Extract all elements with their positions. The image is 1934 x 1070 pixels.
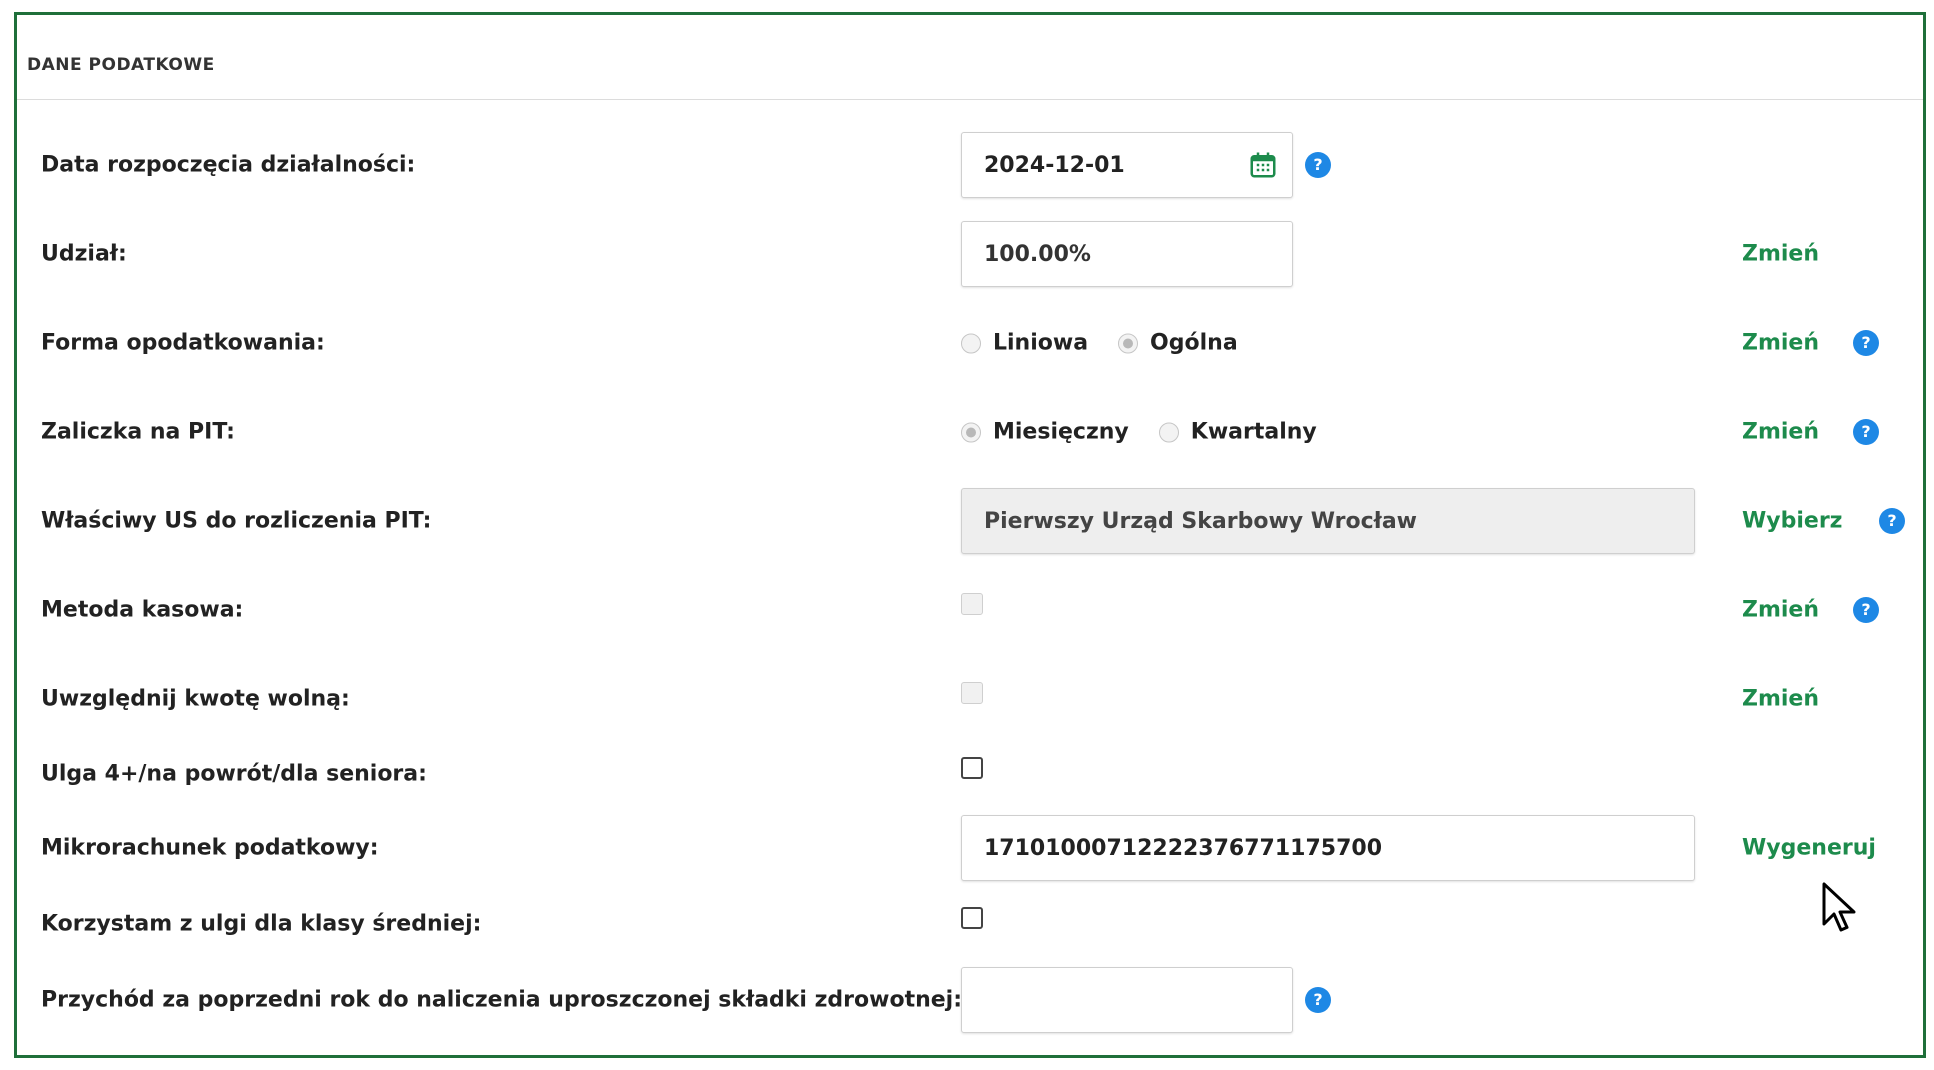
row-share: Udział: 100.00% Zmień bbox=[17, 219, 1923, 289]
tax-free-change-link[interactable]: Zmień bbox=[1742, 687, 1819, 712]
start-date-input[interactable]: 2024-12-01 bbox=[961, 132, 1293, 198]
tax-office-input: Pierwszy Urząd Skarbowy Wrocław bbox=[961, 488, 1695, 554]
row-start-date: Data rozpoczęcia działalności: 2024-12-0… bbox=[17, 130, 1923, 200]
pit-advance-change-link[interactable]: Zmień bbox=[1742, 420, 1819, 445]
share-change-link[interactable]: Zmień bbox=[1742, 242, 1819, 267]
tax-office-label: Właściwy US do rozliczenia PIT: bbox=[41, 508, 432, 534]
row-prev-year-income: Przychód za poprzedni rok do naliczenia … bbox=[17, 965, 1923, 1035]
tax-free-checkbox[interactable] bbox=[961, 682, 983, 704]
tax-office-value: Pierwszy Urząd Skarbowy Wrocław bbox=[984, 508, 1418, 534]
pit-advance-radio-group: Miesięczny Kwartalny bbox=[961, 420, 1347, 445]
start-date-value: 2024-12-01 bbox=[984, 152, 1125, 178]
micro-account-label: Mikrorachunek podatkowy: bbox=[41, 835, 379, 861]
row-tax-free: Uwzględnij kwotę wolną: Zmień bbox=[17, 664, 1923, 734]
row-pit-advance: Zaliczka na PIT: Miesięczny Kwartalny Zm… bbox=[17, 397, 1923, 467]
row-cash-method: Metoda kasowa: Zmień ? bbox=[17, 575, 1923, 645]
pit-advance-label: Zaliczka na PIT: bbox=[41, 419, 235, 445]
radio-button-selected[interactable] bbox=[1118, 333, 1139, 353]
tax-form-option-general[interactable]: Ogólna bbox=[1118, 331, 1238, 356]
radio-button[interactable] bbox=[961, 333, 981, 353]
micro-account-input[interactable]: 17101000712222376771175700 bbox=[961, 815, 1695, 881]
start-date-label: Data rozpoczęcia działalności: bbox=[41, 152, 416, 178]
tax-office-select-link[interactable]: Wybierz bbox=[1742, 509, 1842, 534]
tax-free-label: Uwzględnij kwotę wolną: bbox=[41, 686, 350, 712]
relief-checkbox[interactable] bbox=[961, 757, 983, 779]
prev-year-income-label: Przychód za poprzedni rok do naliczenia … bbox=[41, 987, 963, 1013]
radio-label: Miesięczny bbox=[993, 419, 1129, 445]
middle-class-checkbox[interactable] bbox=[961, 907, 983, 929]
pit-advance-option-monthly[interactable]: Miesięczny bbox=[961, 420, 1129, 445]
share-value: 100.00% bbox=[984, 241, 1091, 267]
help-icon[interactable]: ? bbox=[1853, 330, 1879, 356]
cash-method-checkbox[interactable] bbox=[961, 593, 983, 615]
row-middle-class: Korzystam z ulgi dla klasy średniej: bbox=[17, 889, 1923, 959]
radio-button[interactable] bbox=[1158, 422, 1179, 442]
tax-form-option-linear[interactable]: Liniowa bbox=[961, 331, 1088, 356]
row-relief: Ulga 4+/na powrót/dla seniora: bbox=[17, 739, 1923, 809]
row-tax-form: Forma opodatkowania: Liniowa Ogólna Zmie… bbox=[17, 308, 1923, 378]
help-icon[interactable]: ? bbox=[1853, 419, 1879, 445]
cash-method-change-link[interactable]: Zmień bbox=[1742, 598, 1819, 623]
radio-label: Ogólna bbox=[1150, 330, 1238, 356]
cash-method-label: Metoda kasowa: bbox=[41, 597, 244, 623]
panel-title: DANE PODATKOWE bbox=[27, 55, 215, 75]
share-input[interactable]: 100.00% bbox=[961, 221, 1293, 287]
radio-label: Kwartalny bbox=[1190, 419, 1317, 445]
tax-data-panel: DANE PODATKOWE Data rozpoczęcia działaln… bbox=[14, 12, 1926, 1058]
panel-header: DANE PODATKOWE bbox=[17, 15, 1923, 100]
tax-form-radio-group: Liniowa Ogólna bbox=[961, 331, 1268, 356]
prev-year-income-input[interactable] bbox=[961, 967, 1293, 1033]
tax-form-change-link[interactable]: Zmień bbox=[1742, 331, 1819, 356]
mouse-cursor-icon bbox=[1822, 882, 1856, 932]
relief-label: Ulga 4+/na powrót/dla seniora: bbox=[41, 761, 427, 787]
help-icon[interactable]: ? bbox=[1305, 152, 1331, 178]
row-tax-office: Właściwy US do rozliczenia PIT: Pierwszy… bbox=[17, 486, 1923, 556]
help-icon[interactable]: ? bbox=[1879, 508, 1905, 534]
help-icon[interactable]: ? bbox=[1305, 987, 1331, 1013]
micro-account-generate-link[interactable]: Wygeneruj bbox=[1742, 836, 1876, 861]
help-icon[interactable]: ? bbox=[1853, 597, 1879, 623]
tax-form-label: Forma opodatkowania: bbox=[41, 330, 325, 356]
micro-account-value: 17101000712222376771175700 bbox=[984, 835, 1382, 861]
pit-advance-option-quarterly[interactable]: Kwartalny bbox=[1158, 419, 1317, 445]
middle-class-label: Korzystam z ulgi dla klasy średniej: bbox=[41, 911, 482, 937]
radio-label: Liniowa bbox=[993, 330, 1089, 356]
calendar-icon[interactable] bbox=[1248, 150, 1278, 180]
radio-button-selected[interactable] bbox=[961, 422, 981, 442]
row-micro-account: Mikrorachunek podatkowy: 171010007122223… bbox=[17, 813, 1923, 883]
share-label: Udział: bbox=[41, 241, 127, 267]
